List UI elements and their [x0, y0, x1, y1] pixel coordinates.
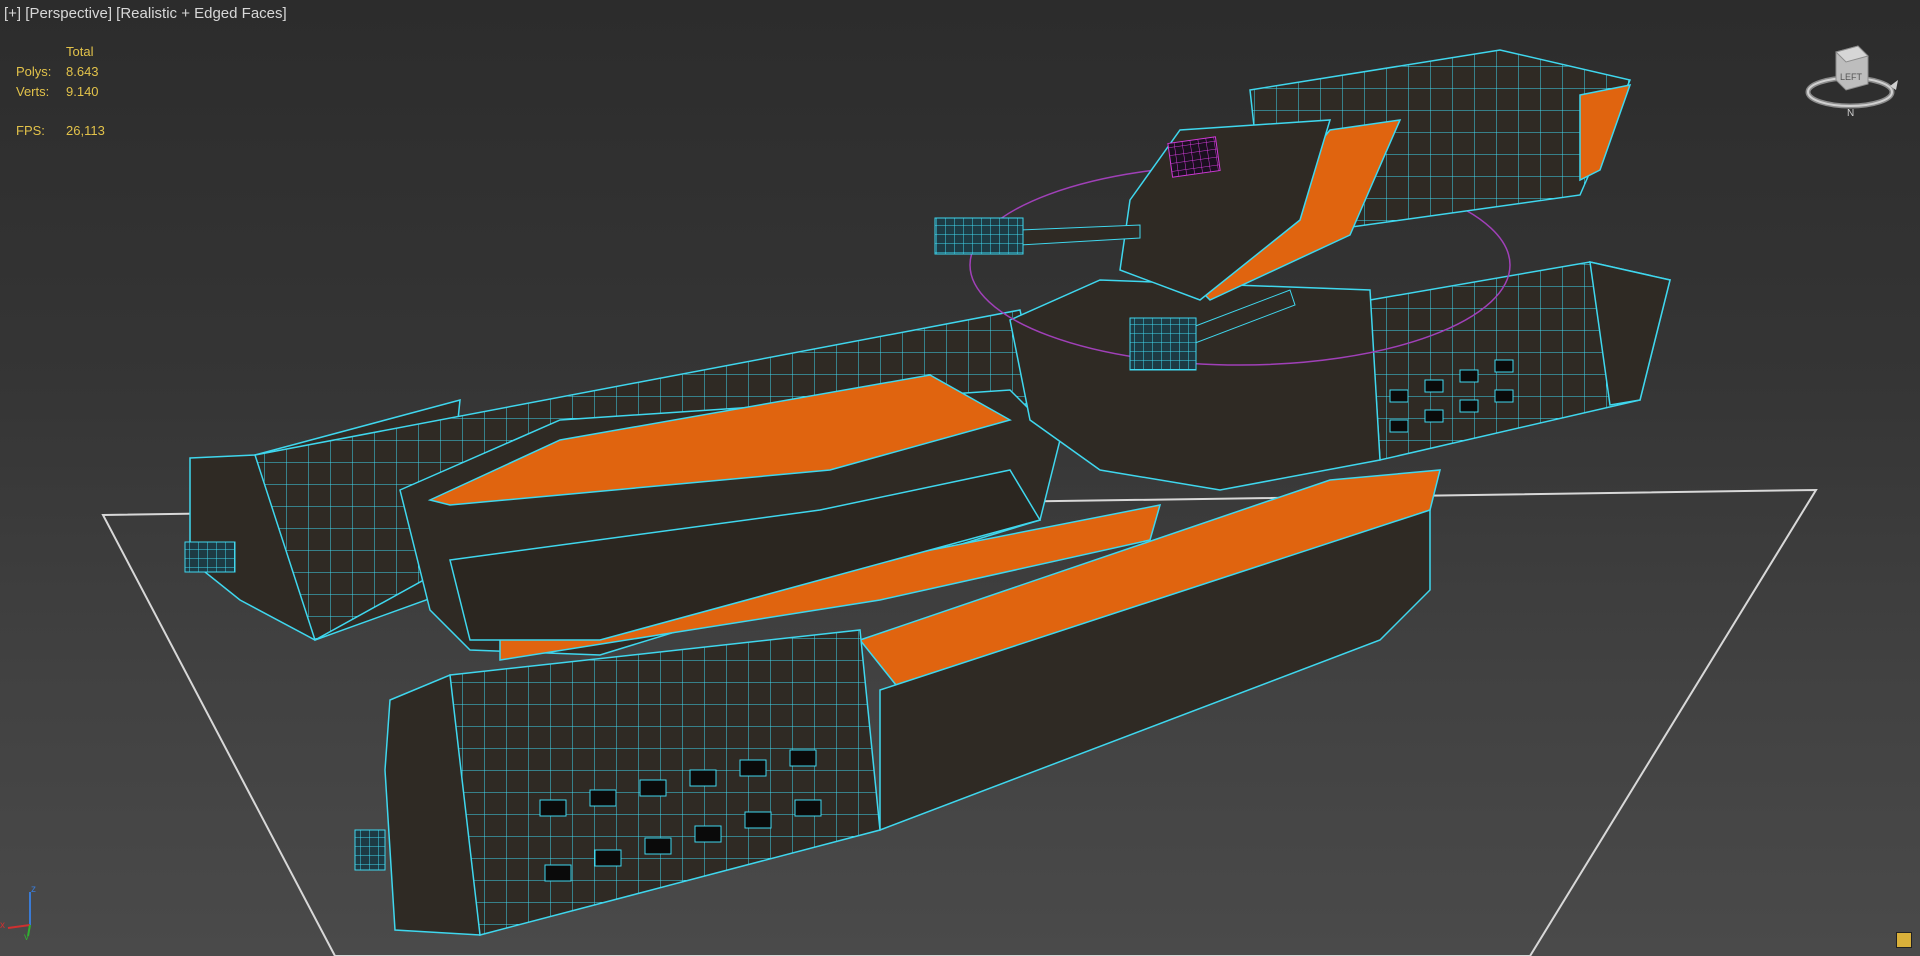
viewport-label-menu[interactable]: [+] [Perspective] [Realistic + Edged Fac…: [4, 5, 287, 22]
axis-tripod-icon: z x y: [0, 884, 36, 940]
turret-head-block: [1119, 119, 1332, 301]
verts-value: 9.140: [66, 84, 99, 99]
axis-z-label: z: [31, 884, 36, 895]
polys-label: Polys:: [16, 64, 52, 79]
verts-label: Verts:: [16, 84, 50, 99]
viewport-plus-menu[interactable]: [+]: [4, 5, 21, 22]
turret-orange-end: [1579, 84, 1632, 182]
axis-y-label: y: [24, 932, 29, 940]
front-exhaust: [354, 829, 386, 871]
stats-header: Total: [66, 44, 94, 59]
cannon-lower-muzzle: [1129, 317, 1197, 371]
turret-sensor-window: [1167, 136, 1221, 178]
rear-exhaust: [184, 541, 236, 573]
viewcube-icon[interactable]: LEFT N: [1800, 40, 1900, 120]
viewcube-compass-label: N: [1847, 108, 1854, 119]
turret-base: [1009, 279, 1381, 491]
fps-label: FPS:: [16, 123, 45, 138]
cannon-upper-barrel: [1019, 224, 1141, 246]
scene-render[interactable]: [0, 0, 1920, 956]
axis-x-label: x: [0, 920, 5, 931]
statistics-overlay: Total Polys: 8.643 Verts: 9.140 FPS: 26,113: [16, 42, 105, 141]
viewport-shading-menu[interactable]: [Realistic + Edged Faces]: [116, 5, 287, 22]
viewport-view-menu[interactable]: [Perspective]: [25, 5, 112, 22]
cannon-upper-muzzle: [934, 217, 1024, 255]
viewcube-face-label: LEFT: [1840, 72, 1863, 82]
polys-value: 8.643: [66, 64, 99, 79]
viewport-layout-icon[interactable]: [1896, 932, 1912, 948]
perspective-viewport[interactable]: [+] [Perspective] [Realistic + Edged Fac…: [0, 0, 1920, 956]
fps-value: 26,113: [66, 123, 105, 138]
